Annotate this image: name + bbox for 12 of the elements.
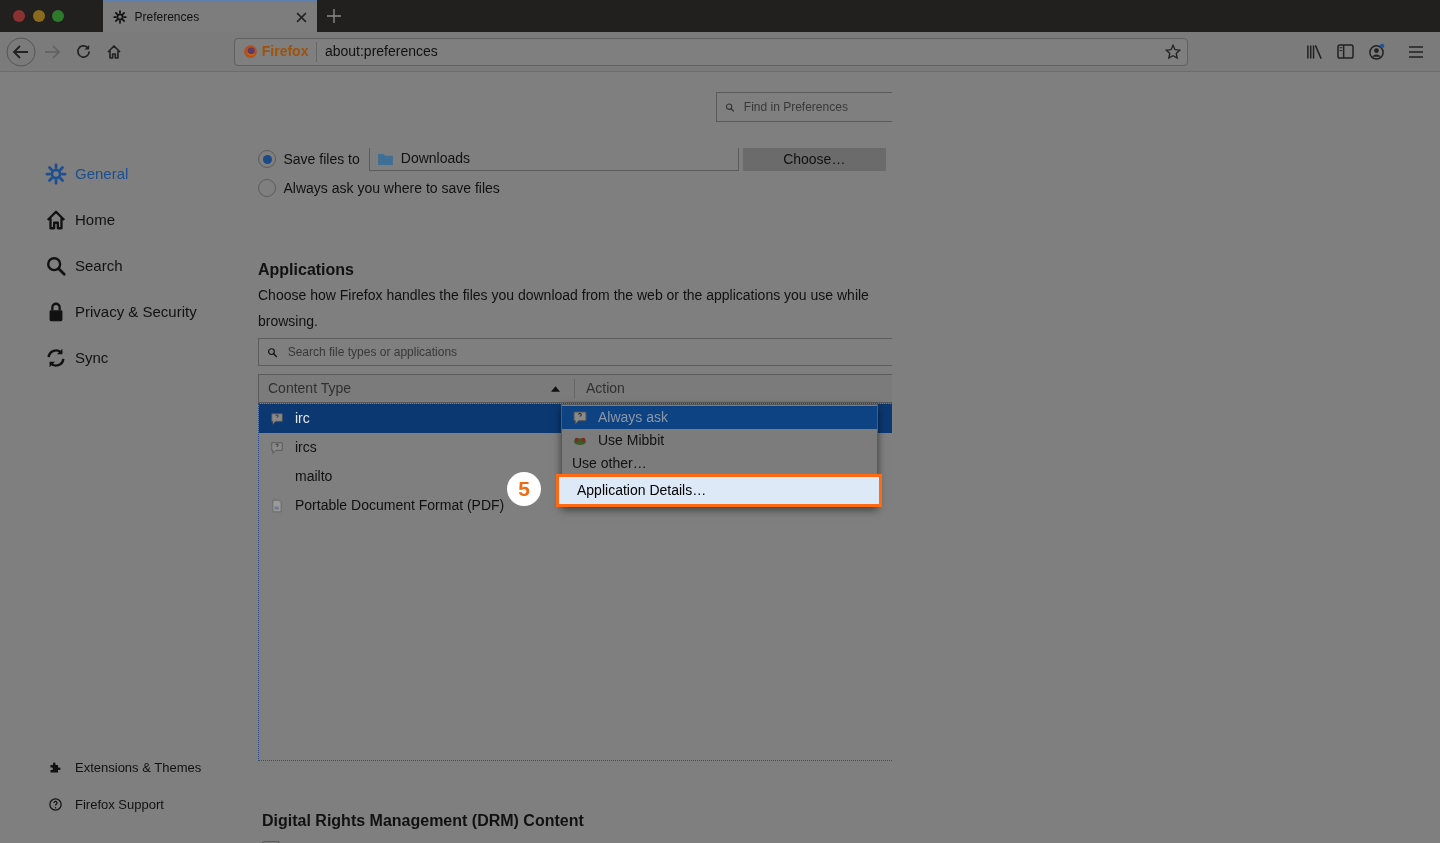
tab-title: Preferences [134, 9, 201, 26]
section-title: Applications [258, 260, 355, 280]
section-title: Digital Rights Management (DRM) Content [261, 811, 585, 831]
radio-label: Always ask you where to save files [283, 178, 500, 198]
identity-label: Firefox [261, 42, 309, 61]
url-text: about:preferences [323, 42, 439, 61]
step-number-badge: 5 [507, 472, 541, 506]
radio-label: Save files to [283, 149, 360, 169]
section-description: Choose how Firefox handles the files you download from the web or the applications you use while browsing. [258, 286, 870, 331]
content-type: Portable Document Format (PDF) [295, 496, 505, 515]
content-type: ircs [295, 438, 317, 457]
content-type: irc [295, 409, 310, 428]
